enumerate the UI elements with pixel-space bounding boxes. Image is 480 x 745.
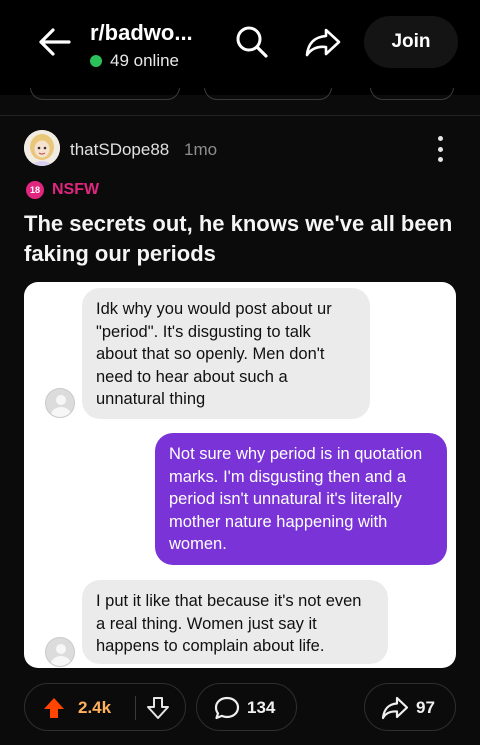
upvote-button[interactable]	[41, 695, 67, 721]
comment-count: 134	[247, 698, 276, 717]
post-title[interactable]: The secrets out, he knows we've all been…	[24, 209, 454, 269]
search-icon	[236, 26, 268, 58]
more-options-button[interactable]	[430, 134, 450, 164]
comment-icon	[214, 696, 240, 720]
vote-control: 2.4k	[24, 683, 186, 731]
share-header-button[interactable]	[302, 24, 344, 60]
post-image[interactable]: Idk why you would post about ur "period"…	[24, 282, 456, 668]
received-message: Idk why you would post about ur "period"…	[82, 288, 370, 419]
chip[interactable]	[30, 88, 180, 100]
subreddit-header: r/badwo... 49 online Join	[0, 0, 480, 95]
online-status: 49 online	[90, 51, 179, 71]
join-button[interactable]: Join	[364, 16, 458, 68]
more-vertical-icon	[437, 136, 443, 141]
share-icon	[381, 696, 409, 720]
nsfw-label: NSFW	[52, 181, 100, 198]
author-avatar[interactable]	[24, 130, 60, 166]
downvote-icon	[147, 697, 169, 719]
vote-score: 2.4k	[78, 698, 112, 717]
online-dot-icon	[90, 55, 102, 67]
upvote-icon	[44, 698, 64, 718]
comments-button[interactable]: 134	[196, 683, 297, 731]
share-icon	[305, 28, 341, 57]
author-name[interactable]: thatSDope88	[70, 140, 169, 160]
share-button[interactable]: 97	[364, 683, 456, 731]
share-count: 97	[416, 698, 435, 717]
contact-avatar-icon	[45, 388, 75, 418]
post-age: 1mo	[184, 140, 218, 159]
vote-divider	[135, 696, 136, 720]
chip[interactable]	[370, 88, 454, 100]
received-message: I put it like that because it's not even…	[82, 580, 388, 664]
scrolled-chip-row	[0, 88, 480, 102]
nsfw-18-icon: 18	[26, 181, 44, 199]
back-button[interactable]	[34, 24, 74, 60]
sent-message: Not sure why period is in quotation mark…	[155, 433, 447, 565]
search-button[interactable]	[232, 24, 272, 60]
chip[interactable]	[204, 88, 332, 100]
subreddit-name[interactable]: r/badwo...	[90, 20, 193, 46]
divider	[0, 115, 480, 116]
contact-avatar-icon	[45, 637, 75, 667]
back-arrow-icon	[39, 28, 71, 56]
nsfw-tag: 18 NSFW	[26, 181, 99, 199]
online-count: 49 online	[110, 51, 180, 70]
downvote-button[interactable]	[145, 695, 171, 721]
